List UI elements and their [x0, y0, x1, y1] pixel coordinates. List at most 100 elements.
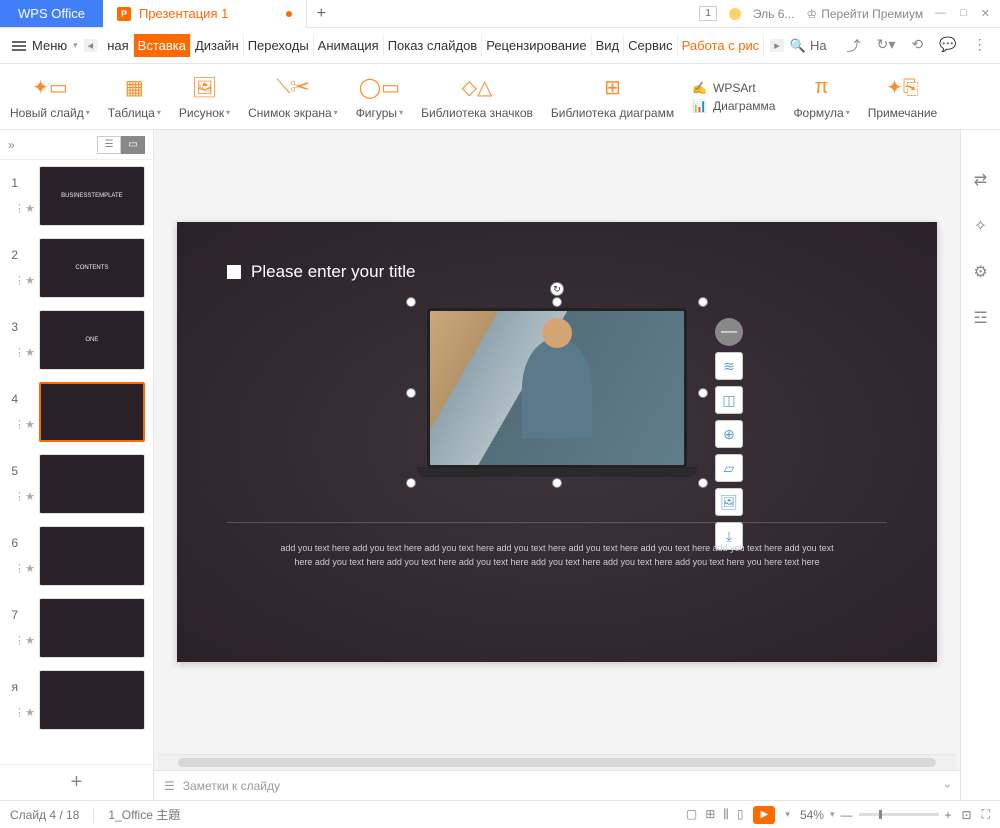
notes-view-icon[interactable]: ▯ — [737, 807, 744, 822]
zoom-slider[interactable] — [859, 813, 939, 816]
ribbon-tab-view[interactable]: Вид — [592, 34, 625, 57]
current-slide[interactable]: Please enter your title ↻ — [177, 222, 937, 662]
export-icon[interactable]: ↻▾ — [877, 36, 896, 56]
wpsart-button[interactable]: ✍WPSArt — [692, 81, 775, 95]
screenshot-button[interactable]: ⟍✂ Снимок экрана▾ — [248, 74, 338, 120]
maximize-button[interactable]: □ — [960, 7, 967, 20]
ribbon-tab-review[interactable]: Рецензирование — [482, 34, 591, 57]
thumbnail-row[interactable]: я⋮★ — [6, 670, 147, 730]
remove-tool-button[interactable]: — — [715, 318, 743, 346]
settings-sliders-icon[interactable]: ⚙ — [973, 262, 987, 282]
handle-n[interactable] — [552, 297, 562, 307]
comment-icon[interactable]: 💬 — [939, 36, 956, 56]
chart-button[interactable]: 📊Диаграмма — [692, 99, 775, 113]
ribbon-tab-home[interactable]: ная — [103, 34, 133, 57]
image-float-toolbar: — ≋ ◫ ⊕ ▱ 🖼 ⤓ — [715, 318, 743, 550]
zoom-out-button[interactable]: — — [841, 808, 853, 822]
play-slideshow-button[interactable]: ▶ — [753, 806, 775, 824]
tabs-scroll-right[interactable]: ▸ — [770, 39, 784, 52]
shapes-button[interactable]: ◯▭ Фигуры▾ — [356, 74, 403, 120]
slide-title[interactable]: Please enter your title — [227, 262, 415, 282]
thumbnail-view-button[interactable]: ▭ — [121, 136, 145, 154]
share-icon[interactable]: ⤴ — [847, 36, 861, 56]
search-button[interactable]: 🔍 На — [790, 38, 827, 54]
thumbnail-row[interactable]: 4⋮★ — [6, 382, 147, 442]
table-button[interactable]: ▦ Таблица▾ — [108, 74, 161, 120]
ribbon-tab-slideshow[interactable]: Показ слайдов — [384, 34, 483, 57]
handle-w[interactable] — [406, 388, 416, 398]
add-slide-button[interactable]: + — [0, 764, 153, 800]
note-button[interactable]: ✦⎘ Примечание — [868, 74, 937, 120]
icon-library-button[interactable]: ◇△ Библиотека значков — [421, 74, 533, 120]
close-button[interactable]: ✕ — [981, 7, 990, 20]
notes-icon: ☰ — [164, 779, 175, 793]
ribbon-tab-transitions[interactable]: Переходы — [244, 34, 314, 57]
new-slide-button[interactable]: ✦▭ Новый слайд▾ — [10, 74, 90, 120]
outline-view-button[interactable]: ☰ — [97, 136, 121, 154]
right-rail: ⇄ ✧ ⚙ ☲ — [960, 130, 1000, 800]
magic-icon[interactable]: ✧ — [974, 216, 987, 236]
slide-body-text[interactable]: add you text here add you text here add … — [277, 542, 837, 569]
ribbon-tab-tools[interactable]: Сервис — [624, 34, 678, 57]
zoom-in-button[interactable]: + — [945, 808, 952, 822]
thumbnail-row[interactable]: 2⋮★CONTENTS — [6, 238, 147, 298]
ribbon-tab-picture-tools[interactable]: Работа с рис — [678, 34, 765, 57]
handle-nw[interactable] — [406, 297, 416, 307]
rotate-handle[interactable]: ↻ — [550, 282, 564, 296]
zoom-control[interactable]: 54% ▾ — + — [800, 808, 952, 822]
layers-tool-button[interactable]: ≋ — [715, 352, 743, 380]
selected-image[interactable]: ↻ — ≋ — [417, 308, 697, 477]
status-bar: Слайд 4 / 18 1_Office 主題 ▢ ⊞ ⫼ ▯ ▶ ▾ 54%… — [0, 800, 1000, 828]
thumbnail-row[interactable]: 6⋮★ — [6, 526, 147, 586]
menu-button[interactable]: Меню ▾ — [12, 38, 78, 53]
user-label: Эль 6... — [753, 7, 795, 21]
handle-e[interactable] — [698, 388, 708, 398]
fullscreen-button[interactable]: ⛶ — [982, 807, 990, 822]
sorter-view-icon[interactable]: ⊞ — [705, 807, 715, 822]
panel-collapse-button[interactable]: » — [8, 138, 15, 152]
swap-pane-icon[interactable]: ⇄ — [974, 170, 987, 190]
slide-counter: Слайд 4 / 18 — [10, 808, 79, 822]
diagram-library-button[interactable]: ⊞ Библиотека диаграмм — [551, 74, 674, 120]
thumbnail-row[interactable]: 7⋮★ — [6, 598, 147, 658]
thumbnail-row[interactable]: 3⋮★ONE — [6, 310, 147, 370]
handle-se[interactable] — [698, 478, 708, 488]
tabs-scroll-left[interactable]: ◂ — [84, 39, 98, 52]
handle-sw[interactable] — [406, 478, 416, 488]
more-icon[interactable]: ⋮ — [973, 36, 987, 56]
thumbnail-row[interactable]: 5⋮★ — [6, 454, 147, 514]
notes-pane[interactable]: ☰ Заметки к слайду › — [154, 770, 960, 800]
formula-icon: π — [815, 74, 829, 102]
rect-tool-button[interactable]: ▱ — [715, 454, 743, 482]
history-icon[interactable]: ⟲ — [911, 36, 923, 56]
slide-canvas[interactable]: Please enter your title ↻ — [154, 130, 960, 754]
new-tab-button[interactable]: + — [307, 5, 335, 23]
crop-tool-button[interactable]: ◫ — [715, 386, 743, 414]
reading-view-icon[interactable]: ⫼ — [723, 807, 729, 822]
fit-window-button[interactable]: ⊡ — [962, 808, 972, 822]
divider-line — [227, 522, 887, 523]
theme-name[interactable]: 1_Office 主題 — [108, 806, 180, 823]
ribbon-tab-insert[interactable]: Вставка — [134, 34, 191, 57]
premium-button[interactable]: ♔ Перейти Премиум — [806, 7, 923, 21]
properties-icon[interactable]: ☲ — [973, 308, 987, 328]
horizontal-scrollbar[interactable] — [158, 754, 956, 770]
replace-image-button[interactable]: 🖼 — [715, 488, 743, 516]
formula-button[interactable]: π Формула▾ — [793, 74, 849, 120]
tab-count-badge: 1 — [699, 6, 717, 21]
thumbnail-row[interactable]: 1⋮★BUSINESSTEMPLATE — [6, 166, 147, 226]
minimize-button[interactable]: — — [935, 7, 946, 20]
notes-expand-button[interactable]: › — [941, 784, 955, 788]
screenshot-icon: ⟍✂ — [276, 74, 309, 102]
presentation-icon: P — [117, 7, 131, 21]
normal-view-icon[interactable]: ▢ — [686, 807, 697, 822]
handle-s[interactable] — [552, 478, 562, 488]
picture-button[interactable]: 🖼 Рисунок▾ — [179, 74, 230, 120]
wpsart-icon: ✍ — [692, 81, 707, 95]
handle-ne[interactable] — [698, 297, 708, 307]
zoom-tool-button[interactable]: ⊕ — [715, 420, 743, 448]
document-tab[interactable]: P Презентация 1 — [103, 0, 307, 28]
sun-icon[interactable] — [729, 8, 741, 20]
ribbon-tab-animation[interactable]: Анимация — [314, 34, 384, 57]
ribbon-tab-design[interactable]: Дизайн — [191, 34, 244, 57]
